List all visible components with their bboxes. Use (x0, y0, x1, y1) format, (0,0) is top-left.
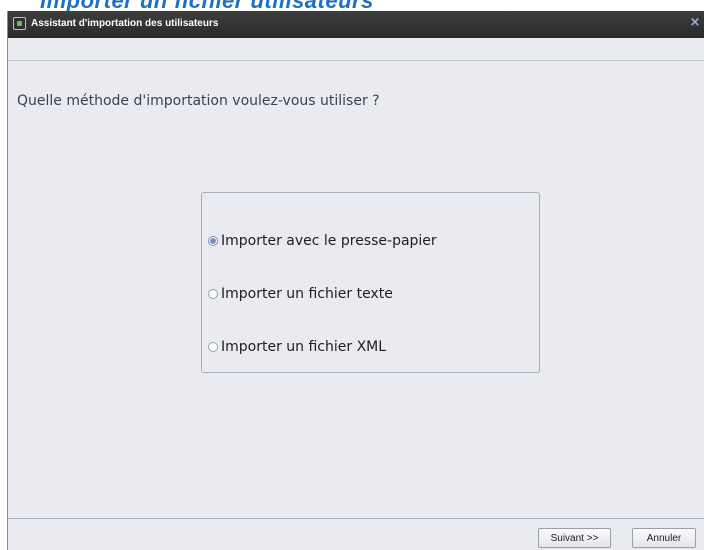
footer-divider (8, 518, 704, 519)
option-label[interactable]: Importer un fichier XML (221, 339, 386, 355)
app-icon (13, 17, 26, 30)
option-text-file[interactable]: Importer un fichier texte (208, 284, 393, 304)
option-label[interactable]: Importer un fichier texte (221, 286, 393, 302)
title-bar[interactable]: Assistant d'importation des utilisateurs… (8, 11, 704, 38)
import-method-question: Quelle méthode d'importation voulez-vous… (17, 93, 380, 109)
option-clipboard[interactable]: Importer avec le presse-papier (208, 231, 437, 251)
import-options-group: Importer avec le presse-papier Importer … (201, 192, 540, 373)
next-button[interactable]: Suivant >> (538, 528, 611, 548)
close-icon[interactable]: × (688, 15, 702, 31)
window-title: Assistant d'importation des utilisateurs (31, 18, 219, 29)
header-area (8, 38, 704, 61)
cancel-button[interactable]: Annuler (632, 528, 696, 548)
option-label[interactable]: Importer avec le presse-papier (221, 233, 437, 249)
import-wizard-dialog: Assistant d'importation des utilisateurs… (7, 11, 704, 550)
radio-clipboard[interactable] (208, 236, 218, 246)
radio-xml-file[interactable] (208, 342, 218, 352)
option-xml-file[interactable]: Importer un fichier XML (208, 337, 386, 357)
radio-text-file[interactable] (208, 289, 218, 299)
